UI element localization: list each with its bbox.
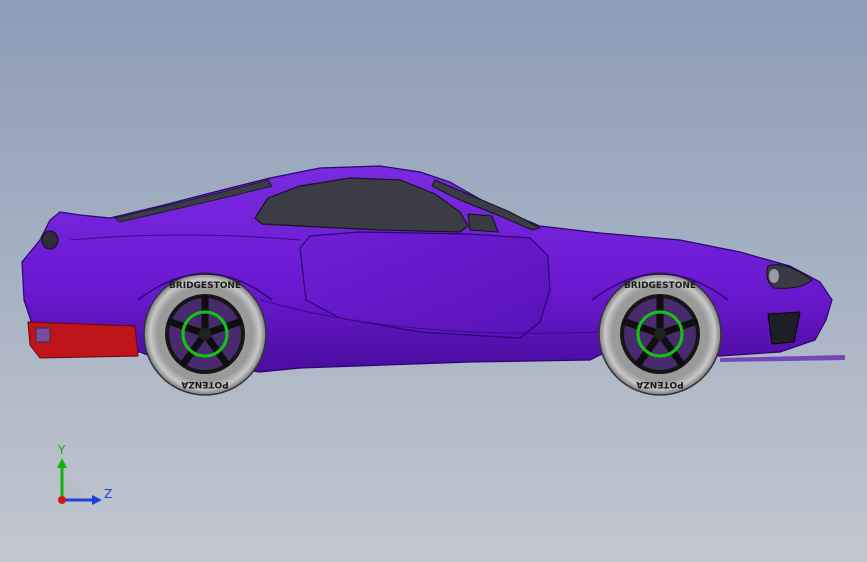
rear-wheel[interactable]: BRIDGESTONE POTENZA [143,272,267,396]
rear-hub [199,328,211,340]
rear-reflector [35,327,51,343]
axis-triad-icon[interactable]: Y Z [40,438,130,518]
headlight-lens [769,269,779,283]
front-splitter [720,355,845,362]
x-axis-dot [58,496,66,504]
front-tire-brand-bottom: POTENZA [636,379,684,389]
z-axis-head [92,495,102,505]
front-hub [654,328,666,340]
z-axis-label: Z [104,487,112,501]
rear-tire-brand-bottom: POTENZA [181,379,229,389]
tail-light [41,230,59,250]
3d-viewport[interactable]: BRIDGESTONE POTENZA BRIDGESTONE POTENZA [0,0,867,562]
car-model[interactable]: BRIDGESTONE POTENZA BRIDGESTONE POTENZA [0,0,867,562]
triad-plane [62,478,84,500]
front-wheel[interactable]: BRIDGESTONE POTENZA [598,272,722,396]
rear-tire-brand-top: BRIDGESTONE [169,281,241,291]
front-tire-brand-top: BRIDGESTONE [624,281,696,291]
y-axis-label: Y [57,443,66,457]
y-axis-head [57,458,67,468]
